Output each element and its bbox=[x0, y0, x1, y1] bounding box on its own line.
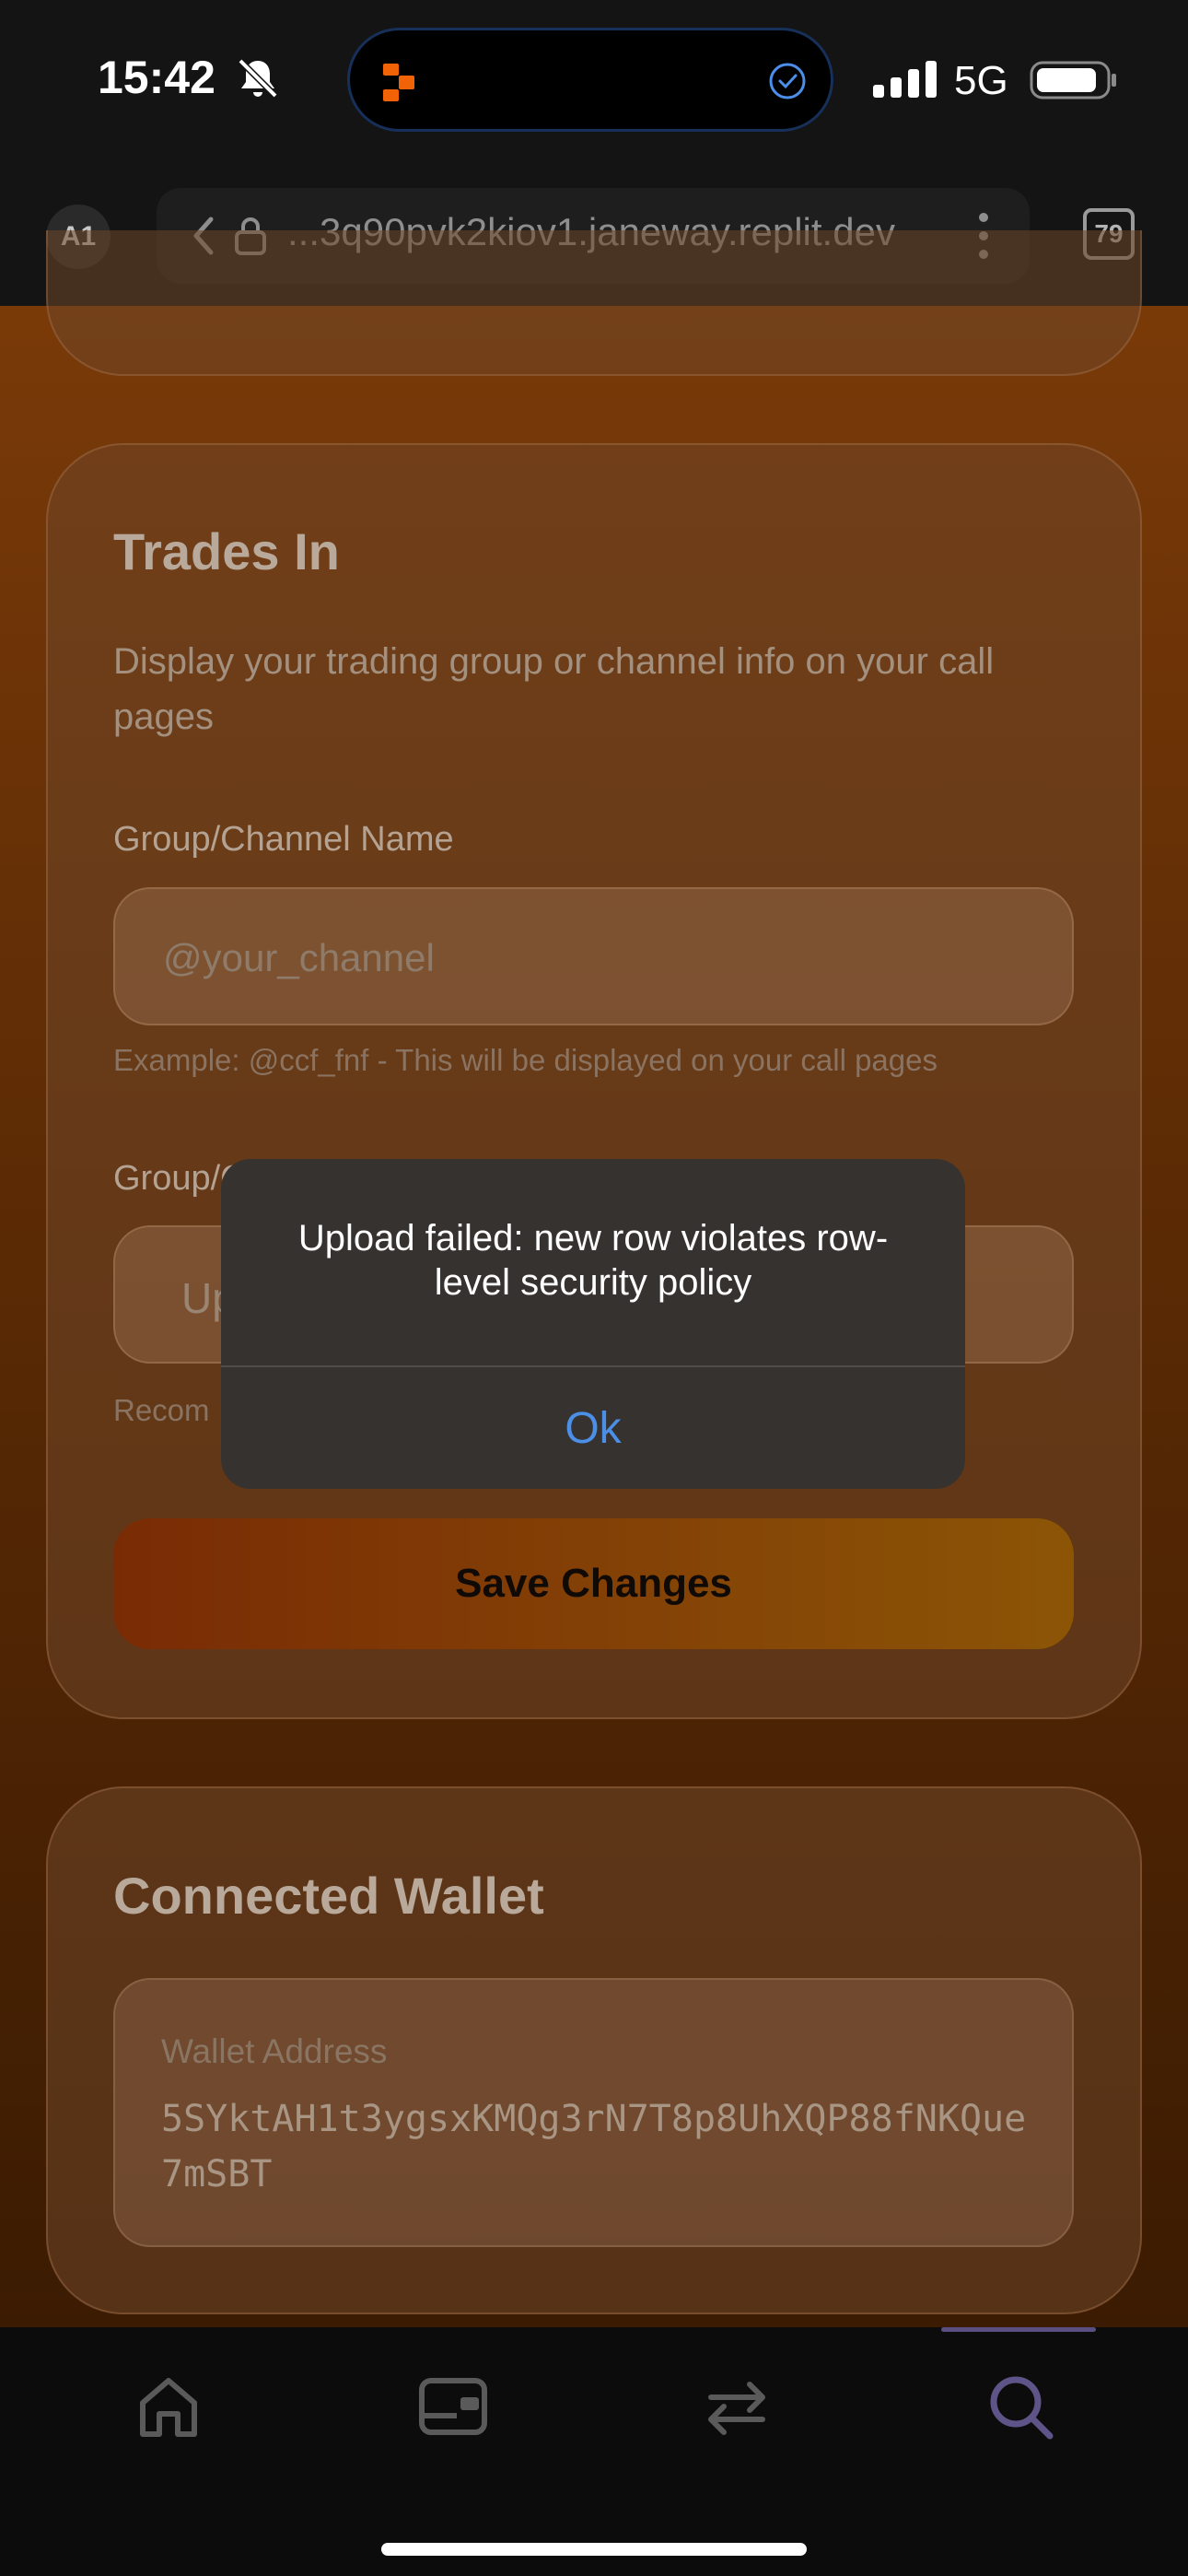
bottom-nav bbox=[0, 2327, 1188, 2576]
swap-arrows-icon[interactable] bbox=[700, 2370, 774, 2443]
check-circle-icon bbox=[769, 63, 806, 100]
home-indicator bbox=[381, 2543, 807, 2556]
group-name-hint: Example: @ccf_fnf - This will be display… bbox=[113, 1043, 938, 1077]
battery-icon bbox=[1030, 61, 1116, 100]
group-name-input[interactable]: @your_channel bbox=[113, 887, 1074, 1025]
active-tab-indicator bbox=[941, 2327, 1096, 2332]
save-changes-button[interactable]: Save Changes bbox=[113, 1518, 1074, 1649]
wallet-address-label: Wallet Address bbox=[161, 2032, 388, 2070]
group-name-label: Group/Channel Name bbox=[113, 820, 454, 859]
dynamic-island bbox=[347, 28, 833, 132]
home-icon[interactable] bbox=[132, 2370, 205, 2443]
replit-logo-icon bbox=[383, 64, 414, 101]
wallet-card-icon[interactable] bbox=[416, 2370, 490, 2443]
alert-message: Upload failed: new row violates row-leve… bbox=[297, 1218, 889, 1303]
network-type: 5G bbox=[954, 58, 1008, 103]
status-time: 15:42 bbox=[98, 52, 215, 103]
group-name-placeholder: @your_channel bbox=[163, 936, 435, 979]
previous-card bbox=[46, 230, 1142, 376]
connected-wallet-title: Connected Wallet bbox=[113, 1867, 544, 1925]
trades-in-description: Display your trading group or channel in… bbox=[113, 641, 995, 737]
wallet-address-value: 5SYktAH1t3ygsxKMQg3rN7T8p8UhXQP88fNKQue7… bbox=[161, 2098, 1027, 2195]
trades-in-title: Trades In bbox=[113, 522, 340, 580]
alert-dialog: Upload failed: new row violates row-leve… bbox=[221, 1159, 965, 1489]
alert-ok-button[interactable]: Ok bbox=[221, 1367, 965, 1489]
silent-bell-icon bbox=[238, 58, 278, 99]
search-icon[interactable] bbox=[984, 2370, 1057, 2443]
group-image-hint: Recom bbox=[113, 1393, 210, 1427]
cellular-signal-icon bbox=[873, 61, 937, 98]
